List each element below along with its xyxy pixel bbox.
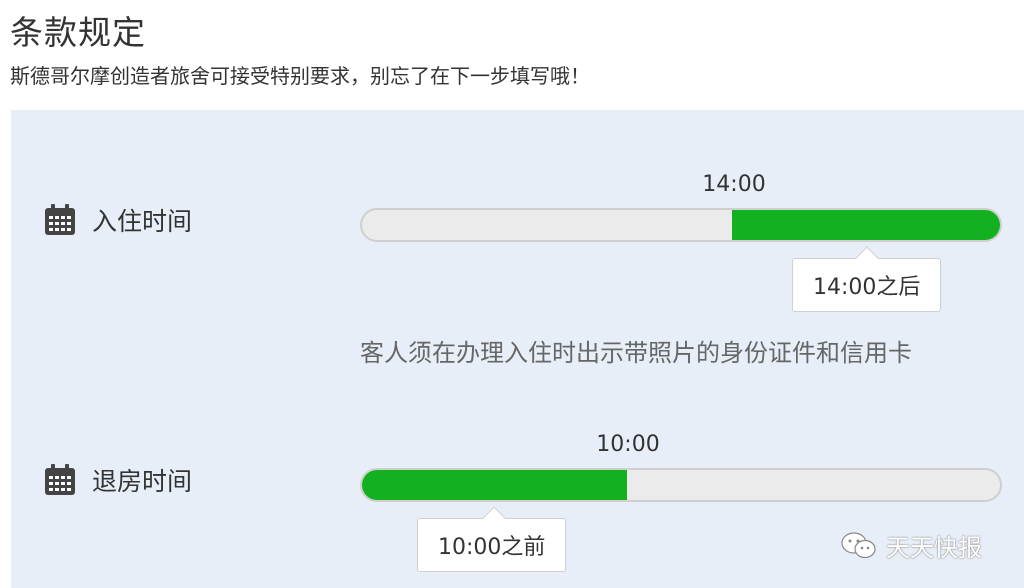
- checkin-time-label: 14:00: [702, 172, 766, 197]
- checkin-label: 入住时间: [92, 207, 193, 236]
- wechat-icon: [841, 531, 876, 558]
- checkout-bar-fill: [362, 470, 627, 500]
- checkout-time-label: 10:00: [596, 432, 660, 457]
- checkin-label-row: 入住时间: [42, 202, 192, 238]
- calendar-icon: [45, 464, 75, 495]
- watermark: 天天快报: [840, 528, 982, 563]
- checkout-label: 退房时间: [92, 467, 193, 496]
- page-title: 条款规定: [10, 13, 146, 52]
- watermark-text: 天天快报: [886, 534, 982, 562]
- checkout-label-row: 退房时间: [42, 462, 192, 498]
- checkout-tooltip: 10:00之前: [417, 518, 567, 572]
- checkin-time-bar: [360, 208, 1002, 242]
- calendar-icon: [45, 204, 75, 235]
- checkin-note: 客人须在办理入住时出示带照片的身份证件和信用卡: [360, 339, 912, 367]
- checkout-time-bar: [360, 468, 1002, 502]
- checkin-bar-fill: [732, 210, 1000, 240]
- page-subtitle: 斯德哥尔摩创造者旅舍可接受特别要求，别忘了在下一步填写哦！: [10, 64, 590, 88]
- checkin-tooltip: 14:00之后: [792, 258, 942, 312]
